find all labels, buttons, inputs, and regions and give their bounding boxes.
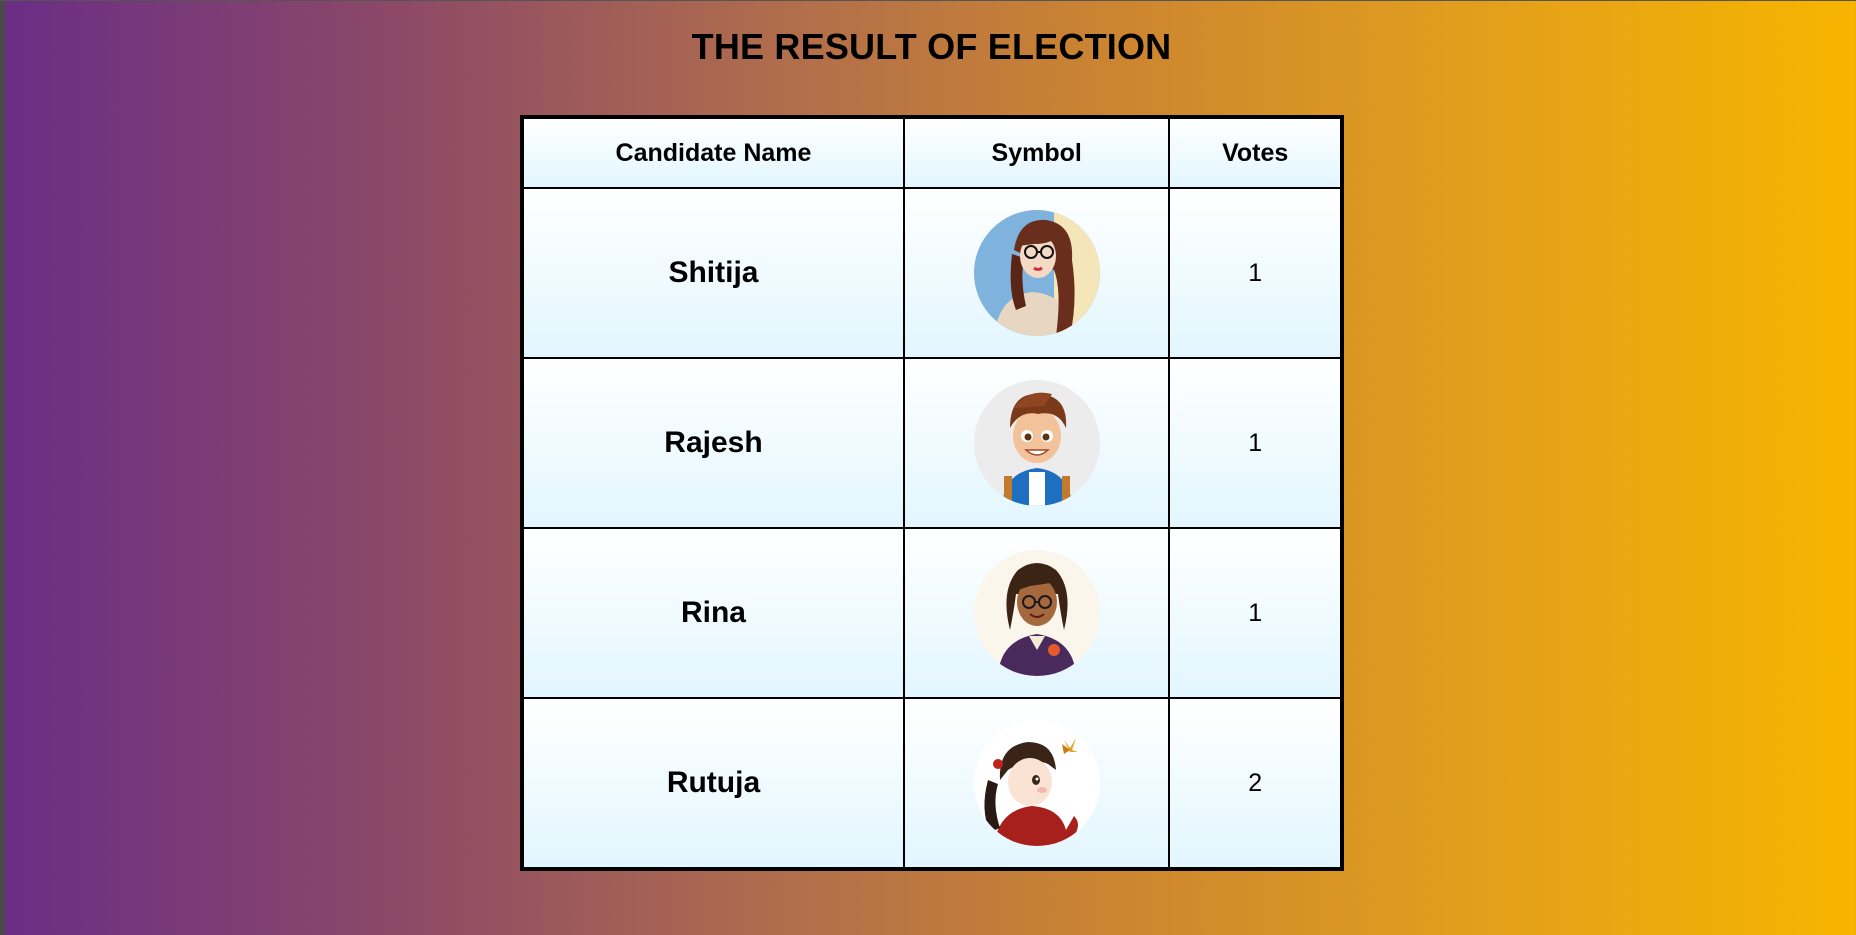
- vote-count: 1: [1168, 187, 1343, 359]
- window-left-edge: [0, 0, 5, 935]
- woman-with-glasses-avatar: [973, 210, 1100, 336]
- candidate-name: Rajesh: [521, 357, 905, 529]
- candidate-name: Rina: [521, 527, 905, 699]
- table-header-row: Candidate Name Symbol Votes: [521, 116, 1343, 189]
- vote-count: 2: [1168, 697, 1343, 870]
- symbol-cell: [902, 527, 1171, 699]
- vote-count: 1: [1168, 357, 1343, 529]
- candidate-name: Shitija: [521, 187, 905, 359]
- table-row: Rina 1: [521, 527, 1343, 699]
- window-top-edge: [0, 0, 1856, 1]
- boy-with-backpack-avatar: [973, 380, 1100, 506]
- symbol-cell: [902, 357, 1171, 529]
- page-title: THE RESULT OF ELECTION: [691, 26, 1172, 67]
- girl-with-butterfly-avatar: [973, 720, 1100, 846]
- header-votes: Votes: [1168, 116, 1343, 189]
- election-results-table: Candidate Name Symbol Votes Shitija 1 Ra…: [520, 115, 1344, 871]
- vote-count: 1: [1168, 527, 1343, 699]
- header-symbol: Symbol: [902, 116, 1171, 189]
- table-row: Shitija 1: [521, 187, 1343, 359]
- symbol-cell: [902, 187, 1171, 359]
- symbol-cell: [902, 697, 1171, 870]
- girl-in-blazer-avatar: [973, 550, 1100, 676]
- table-row: Rutuja 2: [521, 697, 1343, 870]
- header-candidate-name: Candidate Name: [521, 116, 905, 189]
- candidate-name: Rutuja: [521, 697, 905, 870]
- table-row: Rajesh 1: [521, 357, 1343, 529]
